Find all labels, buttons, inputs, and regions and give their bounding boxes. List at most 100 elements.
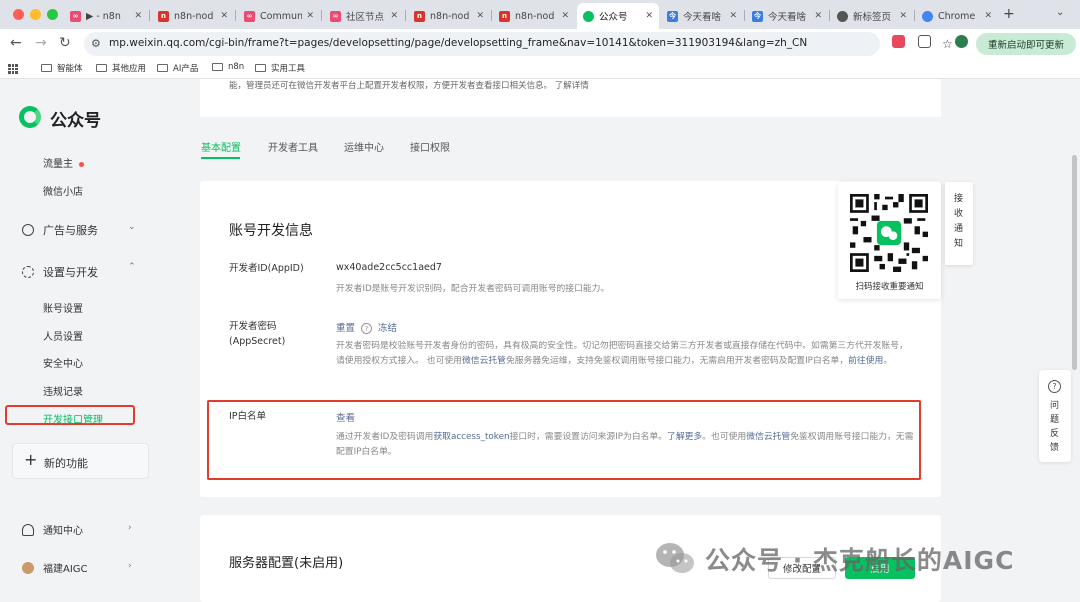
close-tab-icon[interactable]: ✕ bbox=[729, 11, 737, 21]
learn-more-link[interactable]: 了解更多 bbox=[667, 432, 702, 442]
browser-tab[interactable]: n n8n-nod ✕ bbox=[493, 3, 575, 29]
browser-tab[interactable]: 今 今天看啥 ✕ bbox=[746, 3, 828, 29]
help-icon[interactable]: ? bbox=[361, 323, 373, 334]
extensions-puzzle-icon[interactable] bbox=[918, 35, 931, 48]
tab-favicon-icon: n bbox=[158, 10, 169, 22]
sidebar-item-dev-api[interactable]: 开发接口管理 bbox=[5, 405, 135, 426]
close-tab-icon[interactable]: ✕ bbox=[899, 11, 907, 21]
chevron-down-icon[interactable]: ⌄ bbox=[128, 222, 136, 232]
bookmark-folder[interactable]: 其他应用 bbox=[96, 62, 146, 74]
profile-avatar-icon[interactable] bbox=[955, 35, 968, 48]
sidebar-account[interactable]: 福建AIGC bbox=[22, 560, 88, 575]
folder-icon bbox=[41, 64, 52, 72]
wechat-cloud-link[interactable]: 微信云托管 bbox=[746, 432, 790, 442]
relaunch-update-button[interactable]: 重新启动即可更新 bbox=[976, 33, 1076, 55]
site-info-icon[interactable]: ⚙ bbox=[91, 37, 101, 50]
appid-label: 开发者ID(AppID) bbox=[229, 263, 304, 274]
go-use-link[interactable]: 前往使用 bbox=[848, 356, 883, 366]
view-link-text: 查看 bbox=[336, 413, 356, 424]
close-tab-icon[interactable]: ✕ bbox=[645, 11, 653, 21]
bookmarks-bar: 智能体 其他应用 AI产品 n8n 实用工具 bbox=[0, 59, 1080, 79]
browser-tab-active[interactable]: 公众号 ✕ bbox=[577, 3, 659, 29]
tab-favicon-icon: n bbox=[499, 10, 510, 22]
new-tab-button[interactable]: + bbox=[1003, 6, 1015, 22]
browser-tab[interactable]: ∞ ▶ - n8n ✕ bbox=[64, 3, 148, 29]
forward-arrow-icon[interactable]: → bbox=[35, 35, 47, 51]
intro-note: 能，管理员还可在微信开发者平台上配置开发者权限，方便开发者查看接口相关信息。 了… bbox=[229, 81, 589, 91]
sidebar-group-settings[interactable]: 设置与开发 bbox=[22, 264, 98, 280]
extension-icon[interactable] bbox=[892, 35, 905, 48]
wechat-cloud-link[interactable]: 微信云托管 bbox=[462, 356, 506, 366]
browser-tab[interactable]: n n8n-nod ✕ bbox=[408, 3, 490, 29]
chevron-right-icon[interactable]: › bbox=[128, 561, 132, 571]
sidebar-item-violation-records[interactable]: 违规记录 bbox=[43, 383, 83, 398]
tab-basic-config[interactable]: 基本配置 bbox=[201, 139, 241, 154]
close-tab-icon[interactable]: ✕ bbox=[561, 11, 569, 21]
page-scrollbar[interactable] bbox=[1072, 155, 1077, 370]
feedback-button[interactable]: ? 问题反馈 bbox=[1039, 370, 1071, 462]
sidebar-group-ads[interactable]: 广告与服务 bbox=[22, 222, 98, 238]
chevron-right-icon[interactable]: › bbox=[128, 523, 132, 533]
freeze-secret-link[interactable]: 冻结 bbox=[378, 323, 397, 334]
feedback-label: 问题反馈 bbox=[1050, 401, 1060, 453]
tab-ops-center[interactable]: 运维中心 bbox=[344, 139, 384, 154]
browser-tab[interactable]: 新标签页 ✕ bbox=[831, 3, 913, 29]
folder-icon bbox=[96, 64, 107, 72]
bookmark-folder[interactable]: n8n bbox=[212, 62, 244, 72]
server-config-title: 服务器配置(未启用) bbox=[229, 556, 344, 571]
folder-icon bbox=[212, 63, 223, 71]
qr-popup: 扫码接收重要通知 bbox=[838, 182, 941, 299]
notification-dot bbox=[79, 161, 84, 167]
browser-tab[interactable]: n n8n-nod ✕ bbox=[152, 3, 234, 29]
tab-favicon-icon bbox=[837, 10, 848, 22]
tab-dev-tools[interactable]: 开发者工具 bbox=[268, 139, 318, 154]
bookmark-star-icon[interactable]: ☆ bbox=[942, 37, 953, 51]
compass-icon bbox=[22, 224, 34, 236]
tab-title: Chrome bbox=[938, 10, 976, 22]
access-token-link[interactable]: 获取access_token bbox=[433, 432, 509, 442]
sidebar-item-security-center[interactable]: 安全中心 bbox=[43, 355, 83, 370]
browser-tab[interactable]: ∞ 社区节点 ✕ bbox=[324, 3, 404, 29]
receive-notify-label: 接收通知 bbox=[954, 194, 964, 249]
close-window-button[interactable] bbox=[13, 9, 24, 20]
tab-search-chevron-icon[interactable]: ⌄ bbox=[1056, 7, 1064, 18]
bookmark-label: 其他应用 bbox=[112, 64, 147, 74]
reload-icon[interactable]: ↻ bbox=[59, 35, 71, 51]
browser-tab[interactable]: 今 今天看啥 ✕ bbox=[661, 3, 743, 29]
close-tab-icon[interactable]: ✕ bbox=[814, 11, 822, 21]
close-tab-icon[interactable]: ✕ bbox=[134, 11, 142, 21]
reset-secret-link[interactable]: 重置 bbox=[336, 323, 355, 334]
tab-favicon-icon: ∞ bbox=[330, 10, 341, 22]
tab-title: ▶ - n8n bbox=[86, 10, 121, 22]
chevron-up-icon[interactable]: ⌃ bbox=[128, 262, 136, 272]
sidebar-item-account-settings[interactable]: 账号设置 bbox=[43, 300, 83, 315]
close-tab-icon[interactable]: ✕ bbox=[984, 11, 992, 21]
sidebar-item-member-settings[interactable]: 人员设置 bbox=[43, 328, 83, 343]
browser-tab[interactable]: Chrome ✕ bbox=[916, 3, 998, 29]
bookmark-folder[interactable]: 智能体 bbox=[41, 62, 83, 74]
tab-api-permissions[interactable]: 接口权限 bbox=[410, 139, 450, 154]
ip-whitelist-description: 通过开发者ID及密码调用获取access_token接口时，需要设置访问来源IP… bbox=[336, 430, 916, 460]
bookmark-folder[interactable]: 实用工具 bbox=[255, 62, 305, 74]
ip-whitelist-view-link[interactable]: 查看 bbox=[336, 410, 355, 424]
sidebar-notify-center[interactable]: 通知中心 bbox=[22, 522, 83, 537]
sidebar-item-traffic-master[interactable]: 流量主 bbox=[43, 155, 84, 170]
new-function-button[interactable]: + 新的功能 bbox=[12, 443, 149, 479]
receive-notify-tab[interactable]: 接收通知 bbox=[945, 182, 973, 265]
close-tab-icon[interactable]: ✕ bbox=[390, 11, 398, 21]
tab-favicon-icon bbox=[922, 10, 933, 22]
maximize-window-button[interactable] bbox=[47, 9, 58, 20]
address-bar[interactable]: ⚙ mp.weixin.qq.com/cgi-bin/frame?t=pages… bbox=[84, 32, 953, 56]
bookmark-folder[interactable]: AI产品 bbox=[157, 62, 198, 74]
back-arrow-icon[interactable]: ← bbox=[10, 35, 22, 51]
apps-grid-icon[interactable] bbox=[8, 64, 18, 74]
sidebar-item-wechat-store[interactable]: 微信小店 bbox=[43, 183, 83, 198]
new-function-label: 新的功能 bbox=[44, 457, 88, 470]
minimize-window-button[interactable] bbox=[30, 9, 41, 20]
close-tab-icon[interactable]: ✕ bbox=[306, 11, 314, 21]
browser-tab[interactable]: ∞ Commun ✕ bbox=[238, 3, 320, 29]
brand-title: 公众号 bbox=[50, 111, 101, 131]
close-tab-icon[interactable]: ✕ bbox=[220, 11, 228, 21]
sidebar-item-label: 流量主 bbox=[43, 159, 73, 170]
close-tab-icon[interactable]: ✕ bbox=[476, 11, 484, 21]
